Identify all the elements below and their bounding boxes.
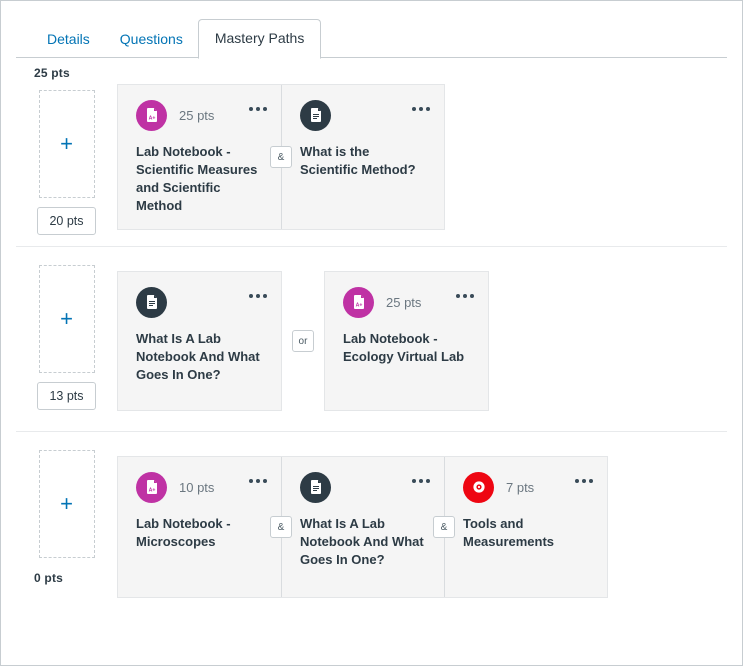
rule-score-column: + 0 pts <box>16 432 117 585</box>
card-points: 25 pts <box>179 108 214 123</box>
plus-icon: + <box>60 133 73 155</box>
card-title: What is the Scientific Method? <box>300 143 430 179</box>
add-assignment-dropzone[interactable]: + <box>39 90 95 198</box>
tab-list: Details Questions Mastery Paths <box>32 19 321 58</box>
page-icon <box>300 100 331 131</box>
card-group: A+ 25 pts Lab Notebook - Scientific Meas… <box>117 84 445 230</box>
card-title: Lab Notebook - Scientific Measures and S… <box>136 143 267 215</box>
card-title: Lab Notebook - Microscopes <box>136 515 267 551</box>
plus-icon: + <box>60 493 73 515</box>
card-connector-and[interactable]: & <box>270 516 292 538</box>
add-assignment-dropzone[interactable]: + <box>39 450 95 558</box>
card-connector-and[interactable]: & <box>270 146 292 168</box>
card-title: Lab Notebook - Ecology Virtual Lab <box>343 330 474 366</box>
score-lower-bound-button[interactable]: 13 pts <box>37 382 95 410</box>
card-title: Tools and Measurements <box>463 515 593 551</box>
svg-text:A+: A+ <box>148 487 155 493</box>
card-header <box>300 99 430 131</box>
add-assignment-dropzone[interactable]: + <box>39 265 95 373</box>
card-connector-and[interactable]: & <box>433 516 455 538</box>
card-title: What Is A Lab Notebook And What Goes In … <box>300 515 430 569</box>
card-points: 10 pts <box>179 480 214 495</box>
card-header: A+ 10 pts <box>136 471 267 503</box>
score-lower-bound-label: 0 pts <box>34 571 63 585</box>
card-points: 7 pts <box>506 480 534 495</box>
rule-cards-area: A+ 25 pts Lab Notebook - Scientific Meas… <box>117 58 727 246</box>
rule-row: 25 pts + 20 pts A+ <box>1 58 742 246</box>
card-header <box>136 286 267 318</box>
path-card[interactable]: What is the Scientific Method? <box>281 85 444 229</box>
card-group: A+ 10 pts Lab Notebook - Microscopes <box>117 456 608 598</box>
quiz-icon <box>463 472 494 503</box>
tab-mastery-paths[interactable]: Mastery Paths <box>198 19 321 59</box>
mastery-path-rule-list: 25 pts + 20 pts A+ <box>1 58 742 610</box>
path-card[interactable]: 7 pts Tools and Measurements <box>444 457 607 597</box>
kebab-menu-icon[interactable] <box>412 479 430 483</box>
assignment-icon: A+ <box>136 472 167 503</box>
card-title: What Is A Lab Notebook And What Goes In … <box>136 330 267 384</box>
card-header: A+ 25 pts <box>343 286 474 318</box>
card-header: A+ 25 pts <box>136 99 267 131</box>
assignment-icon: A+ <box>136 100 167 131</box>
path-card[interactable]: What Is A Lab Notebook And What Goes In … <box>117 271 282 411</box>
svg-text:A+: A+ <box>148 115 155 121</box>
card-header <box>300 471 430 503</box>
card-connector-or[interactable]: or <box>292 330 314 352</box>
mastery-paths-panel: Details Questions Mastery Paths 25 pts +… <box>0 0 743 666</box>
card-points: 25 pts <box>386 295 421 310</box>
path-card[interactable]: What Is A Lab Notebook And What Goes In … <box>281 457 444 597</box>
path-card[interactable]: A+ 10 pts Lab Notebook - Microscopes <box>118 457 281 597</box>
assignment-icon: A+ <box>343 287 374 318</box>
card-group: What Is A Lab Notebook And What Goes In … <box>117 271 489 411</box>
rule-cards-area: What Is A Lab Notebook And What Goes In … <box>117 247 727 431</box>
page-icon <box>300 472 331 503</box>
rule-score-column: + 13 pts <box>16 247 117 410</box>
rule-score-column: 25 pts + 20 pts <box>16 58 117 235</box>
plus-icon: + <box>60 308 73 330</box>
path-card[interactable]: A+ 25 pts Lab Notebook - Scientific Meas… <box>118 85 281 229</box>
kebab-menu-icon[interactable] <box>249 294 267 298</box>
score-upper-bound: 25 pts <box>34 66 70 80</box>
card-header: 7 pts <box>463 471 593 503</box>
tab-details[interactable]: Details <box>32 20 105 58</box>
svg-text:A+: A+ <box>355 302 362 308</box>
kebab-menu-icon[interactable] <box>575 479 593 483</box>
path-card[interactable]: A+ 25 pts Lab Notebook - Ecology Virtual… <box>324 271 489 411</box>
tab-questions[interactable]: Questions <box>105 20 198 58</box>
kebab-menu-icon[interactable] <box>249 479 267 483</box>
rule-cards-area: A+ 10 pts Lab Notebook - Microscopes <box>117 432 727 610</box>
score-lower-bound-button[interactable]: 20 pts <box>37 207 95 235</box>
kebab-menu-icon[interactable] <box>249 107 267 111</box>
page-icon <box>136 287 167 318</box>
rule-row: + 0 pts A+ <box>1 432 742 610</box>
kebab-menu-icon[interactable] <box>412 107 430 111</box>
tab-bar: Details Questions Mastery Paths <box>16 10 727 58</box>
rule-row: + 13 pts <box>1 247 742 431</box>
kebab-menu-icon[interactable] <box>456 294 474 298</box>
